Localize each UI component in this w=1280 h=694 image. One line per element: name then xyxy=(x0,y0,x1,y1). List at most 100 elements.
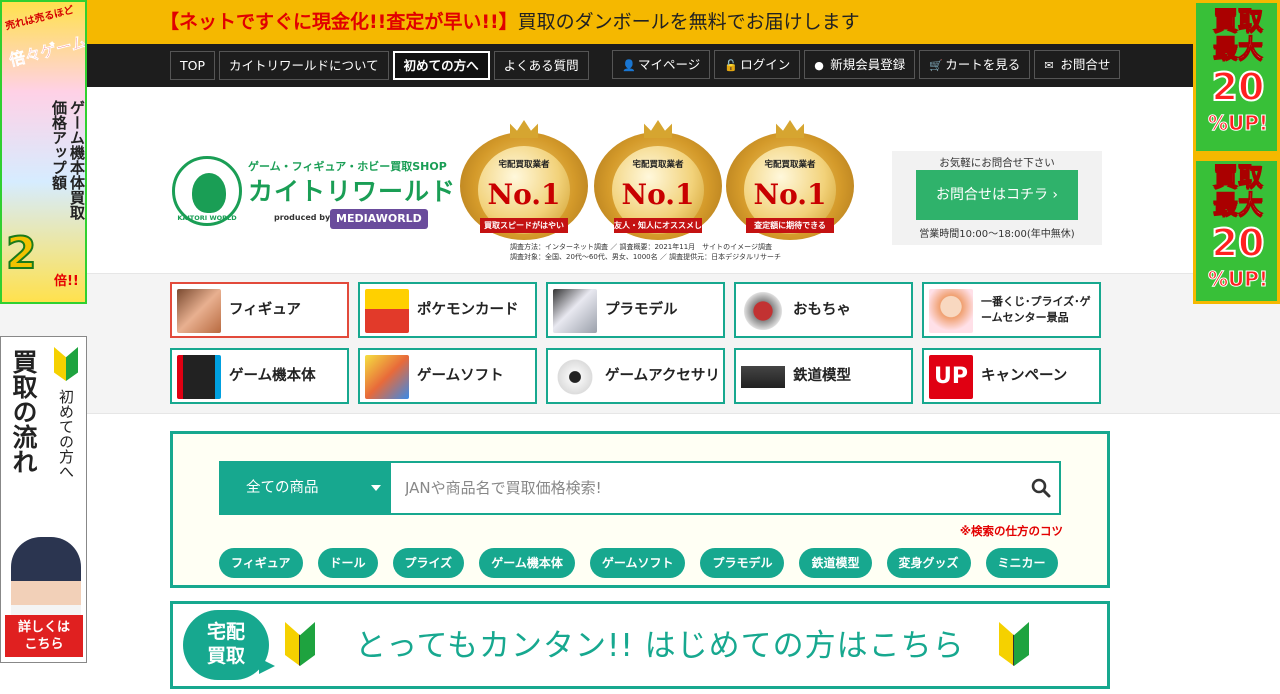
unlock-icon: 🔓 xyxy=(724,59,738,72)
category-plamodel[interactable]: プラモデル xyxy=(546,282,725,338)
ad-right-up-2: %UP! xyxy=(1207,267,1269,292)
search-tag[interactable]: プラモデル xyxy=(700,548,785,578)
medal-line1: 宅配買取業者 xyxy=(764,160,816,170)
beginner-mark-icon xyxy=(999,622,1029,666)
beginner-mark-icon xyxy=(285,622,315,666)
nav-contact[interactable]: ✉ お問合せ xyxy=(1034,50,1121,79)
category-label: フィギュア xyxy=(229,301,301,318)
awards-survey-note: 調査方法：インターネット調査 ／ 調査概要：2021年11月 サイトのイメージ調… xyxy=(510,242,810,262)
top-banner-highlight: 【ネットですぐに現金化!!査定が早い!!】 xyxy=(160,11,518,33)
award-medal: 宅配買取業者 No.1 友人・知人にオススメしたい xyxy=(594,116,722,240)
nav-left-group: TOP カイトリワールドについて 初めての方へ よくある質問 xyxy=(170,51,589,80)
ad-left-console-bonus[interactable]: 売れは売るほど 倍々ゲーム祭り! ゲーム機本体買取価格アップ額 2 倍!! xyxy=(0,0,87,304)
ad-right-up: %UP! xyxy=(1207,111,1269,136)
category-label: 一番くじ･プライズ･ゲームセンター景品 xyxy=(981,295,1091,324)
category-figure[interactable]: フィギュア xyxy=(170,282,349,338)
user-circle-icon: ● xyxy=(814,59,824,72)
medal-rank: No.1 xyxy=(487,178,561,211)
ad-right-divider xyxy=(1196,151,1277,161)
beginner-mark-icon xyxy=(54,347,78,381)
top-banner: 【ネットですぐに現金化!!査定が早い!!】買取のダンボールを無料でお届けします xyxy=(0,0,1280,44)
category-ichiban-kuji[interactable]: 一番くじ･プライズ･ゲームセンター景品 xyxy=(922,282,1101,338)
ad-right-max-up[interactable]: 買取 最大 20 %UP! 買取 最大 20 %UP! xyxy=(1193,0,1280,304)
category-toys[interactable]: おもちゃ xyxy=(734,282,913,338)
category-game-software[interactable]: ゲームソフト xyxy=(358,348,537,404)
contact-label: お気軽にお問合せ下さい xyxy=(939,157,1055,169)
search-tips-link[interactable]: ※検索の仕方のコツ xyxy=(953,523,1063,539)
category-railway-model[interactable]: 鉄道模型 xyxy=(734,348,913,404)
ad-left1-suffix: 倍!! xyxy=(54,274,79,289)
ad-left2-more-button[interactable]: 詳しくは こちら xyxy=(5,615,83,657)
search-panel: 全ての商品 ※検索の仕方のコツ フィギュア ドール プライズ ゲーム機本体 ゲー… xyxy=(170,431,1110,588)
search-tag[interactable]: ミニカー xyxy=(985,548,1058,578)
search-category-select[interactable]: 全ての商品 xyxy=(219,461,389,515)
beginner-guide-banner[interactable]: 宅配 買取 とってもカンタン!! はじめての方はこちら xyxy=(170,601,1110,689)
nav-first-time[interactable]: 初めての方へ xyxy=(392,51,490,80)
search-tag[interactable]: 変身グッズ xyxy=(886,548,971,578)
top-banner-message: 買取のダンボールを無料でお届けします xyxy=(517,11,860,33)
awards-note-line2: 調査対象：全国、20代〜60代、男女、1000名 ／ 調査提供元：日本デジタルリ… xyxy=(510,253,781,261)
medal-line1: 宅配買取業者 xyxy=(632,160,684,170)
contact-box: お気軽にお問合せ下さい お問合せはコチラ › 営業時間10:00〜18:00(年… xyxy=(892,151,1102,245)
search-tag[interactable]: ゲームソフト xyxy=(589,548,686,578)
search-tag-list: フィギュア ドール プライズ ゲーム機本体 ゲームソフト プラモデル 鉄道模型 … xyxy=(219,548,1058,578)
ad-right-saidai: 最大 xyxy=(1212,34,1263,63)
logo-company: MEDIAWORLD xyxy=(330,209,428,229)
category-label: ポケモンカード xyxy=(417,301,519,318)
search-category-value: 全ての商品 xyxy=(246,480,319,496)
toy-belt-thumb-icon xyxy=(741,289,785,333)
nav-register-label: 新規会員登録 xyxy=(830,57,906,72)
category-game-console[interactable]: ゲーム機本体 xyxy=(170,348,349,404)
nav-top[interactable]: TOP xyxy=(170,51,216,80)
figure-thumb-icon xyxy=(177,289,221,333)
search-icon[interactable] xyxy=(1031,478,1051,498)
search-tag[interactable]: フィギュア xyxy=(219,548,303,578)
nav-login-label: ログイン xyxy=(740,57,791,72)
nav-login[interactable]: 🔓 ログイン xyxy=(714,50,801,79)
plamodel-thumb-icon xyxy=(553,289,597,333)
beginner-banner-text: とってもカンタン!! はじめての方はこちら xyxy=(355,628,965,664)
nav-contact-label: お問合せ xyxy=(1060,57,1111,72)
game-box-thumb-icon xyxy=(365,355,409,399)
ad-left2-subtitle: 初めての方へ xyxy=(57,389,75,479)
search-tag[interactable]: ゲーム機本体 xyxy=(479,548,575,578)
logo-ring-text: KAITORI WORLD xyxy=(177,214,237,222)
search-tag[interactable]: ドール xyxy=(317,548,378,578)
top-banner-text: 【ネットですぐに現金化!!査定が早い!!】買取のダンボールを無料でお届けします xyxy=(160,0,860,44)
category-label: キャンペーン xyxy=(981,367,1068,384)
nav-mypage-label: マイページ xyxy=(638,57,701,72)
category-label: 鉄道模型 xyxy=(793,367,851,384)
ad-right-kaitori: 買取 xyxy=(1212,6,1263,35)
contact-button[interactable]: お問合せはコチラ › xyxy=(916,170,1078,220)
medal-rank: No.1 xyxy=(753,178,827,211)
ad-left1-vertical-text: ゲーム機本体買取価格アップ額 xyxy=(50,100,86,220)
awards-note-line1: 調査方法：インターネット調査 ／ 調査概要：2021年11月 サイトのイメージ調… xyxy=(510,243,773,251)
nav-faq[interactable]: よくある質問 xyxy=(493,51,589,80)
user-icon: 👤 xyxy=(622,59,636,72)
chevron-down-icon xyxy=(371,485,381,491)
category-label: おもちゃ xyxy=(793,301,851,318)
category-label: ゲームソフト xyxy=(417,367,504,384)
bubble-text: 宅配 買取 xyxy=(206,621,245,667)
search-tag[interactable]: プライズ xyxy=(392,548,465,578)
nav-mypage[interactable]: 👤 マイページ xyxy=(612,50,711,79)
cart-icon: 🛒 xyxy=(929,59,943,72)
site-logo[interactable]: KAITORI WORLD ゲーム・フィギュア・ホビー買取SHOP カイトリワー… xyxy=(172,150,455,236)
category-label: ゲームアクセサリ xyxy=(605,367,720,384)
medal-ribbon: 友人・知人にオススメしたい xyxy=(614,218,702,233)
category-game-accessory[interactable]: ゲームアクセサリ xyxy=(546,348,725,404)
ad-left1-tagline: 売れは売るほど xyxy=(4,4,75,33)
category-campaign[interactable]: UP キャンペーン xyxy=(922,348,1101,404)
nav-register[interactable]: ● 新規会員登録 xyxy=(804,50,916,79)
search-input[interactable] xyxy=(389,461,1061,515)
pokemon-card-thumb-icon xyxy=(365,289,409,333)
search-tag[interactable]: 鉄道模型 xyxy=(799,548,872,578)
ad-left-flow-guide[interactable]: 買取の流れ 初めての方へ 詳しくは こちら xyxy=(0,336,87,663)
logo-name: カイトリワールド xyxy=(248,177,457,206)
medal-line1: 宅配買取業者 xyxy=(498,160,550,170)
nav-about[interactable]: カイトリワールドについて xyxy=(219,51,389,80)
category-pokemon-card[interactable]: ポケモンカード xyxy=(358,282,537,338)
nav-cart[interactable]: 🛒 カートを見る xyxy=(919,50,1031,79)
crown-icon xyxy=(644,120,672,138)
award-medal: 宅配買取業者 No.1 買取スピードがはやい xyxy=(460,116,588,240)
